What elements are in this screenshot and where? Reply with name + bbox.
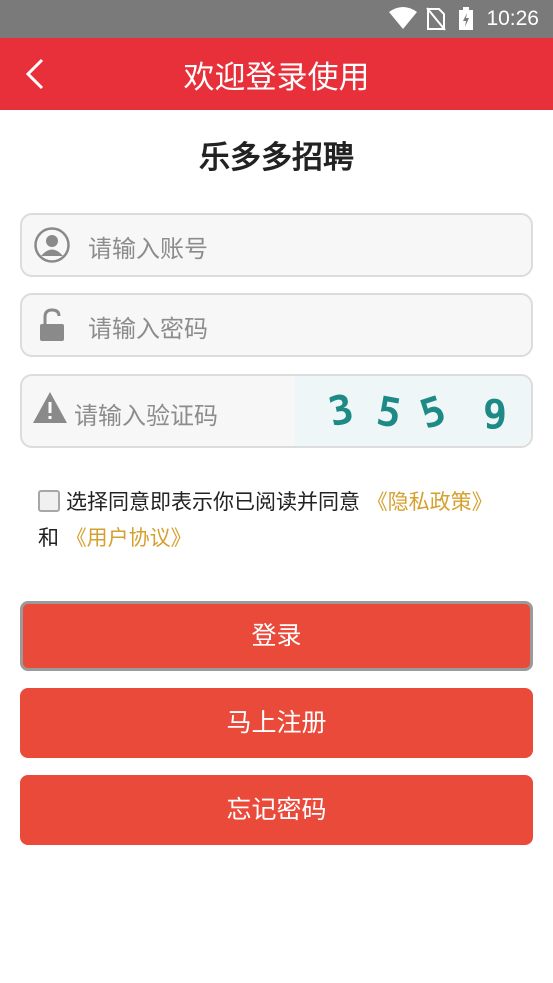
status-time: 10:26 [486, 7, 539, 30]
forgot-password-button[interactable]: 忘记密码 [20, 775, 533, 845]
captcha-char: 5 [414, 387, 452, 439]
battery-charging-icon [459, 7, 473, 30]
captcha-image[interactable]: 3 5 5 9 [295, 376, 531, 446]
unlock-icon [40, 308, 64, 341]
account-field[interactable]: 请输入账号 [20, 213, 533, 277]
captcha-field[interactable]: 请输入验证码 3 5 5 9 [20, 374, 533, 448]
agreement-statement: 选择同意即表示你已阅读并同意 [66, 490, 360, 514]
user-agreement-link[interactable]: 《用户协议》 [66, 526, 192, 550]
title-bar: 欢迎登录使用 [0, 38, 553, 110]
register-button[interactable]: 马上注册 [20, 688, 533, 758]
no-sim-icon [426, 7, 446, 31]
warning-icon [33, 392, 67, 423]
captcha-char: 9 [483, 392, 508, 438]
password-field[interactable]: 请输入密码 [20, 293, 533, 357]
privacy-policy-link[interactable]: 《隐私政策》 [367, 490, 493, 514]
account-placeholder: 请输入账号 [88, 235, 208, 263]
status-bar: 10:26 [0, 0, 553, 38]
page-title: 欢迎登录使用 [183, 60, 370, 96]
captcha-placeholder: 请输入验证码 [74, 402, 218, 430]
captcha-char: 3 [324, 385, 358, 437]
agree-checkbox[interactable] [38, 490, 60, 512]
login-button[interactable]: 登录 [20, 601, 533, 671]
agreement-text: 选择同意即表示你已阅读并同意 《隐私政策》 和 《用户协议》 [38, 484, 518, 556]
captcha-char: 5 [373, 388, 405, 438]
password-placeholder: 请输入密码 [88, 315, 208, 343]
app-title: 乐多多招聘 [199, 140, 354, 176]
user-icon [34, 227, 70, 263]
agreement-and: 和 [38, 526, 59, 550]
wifi-icon [389, 7, 417, 29]
